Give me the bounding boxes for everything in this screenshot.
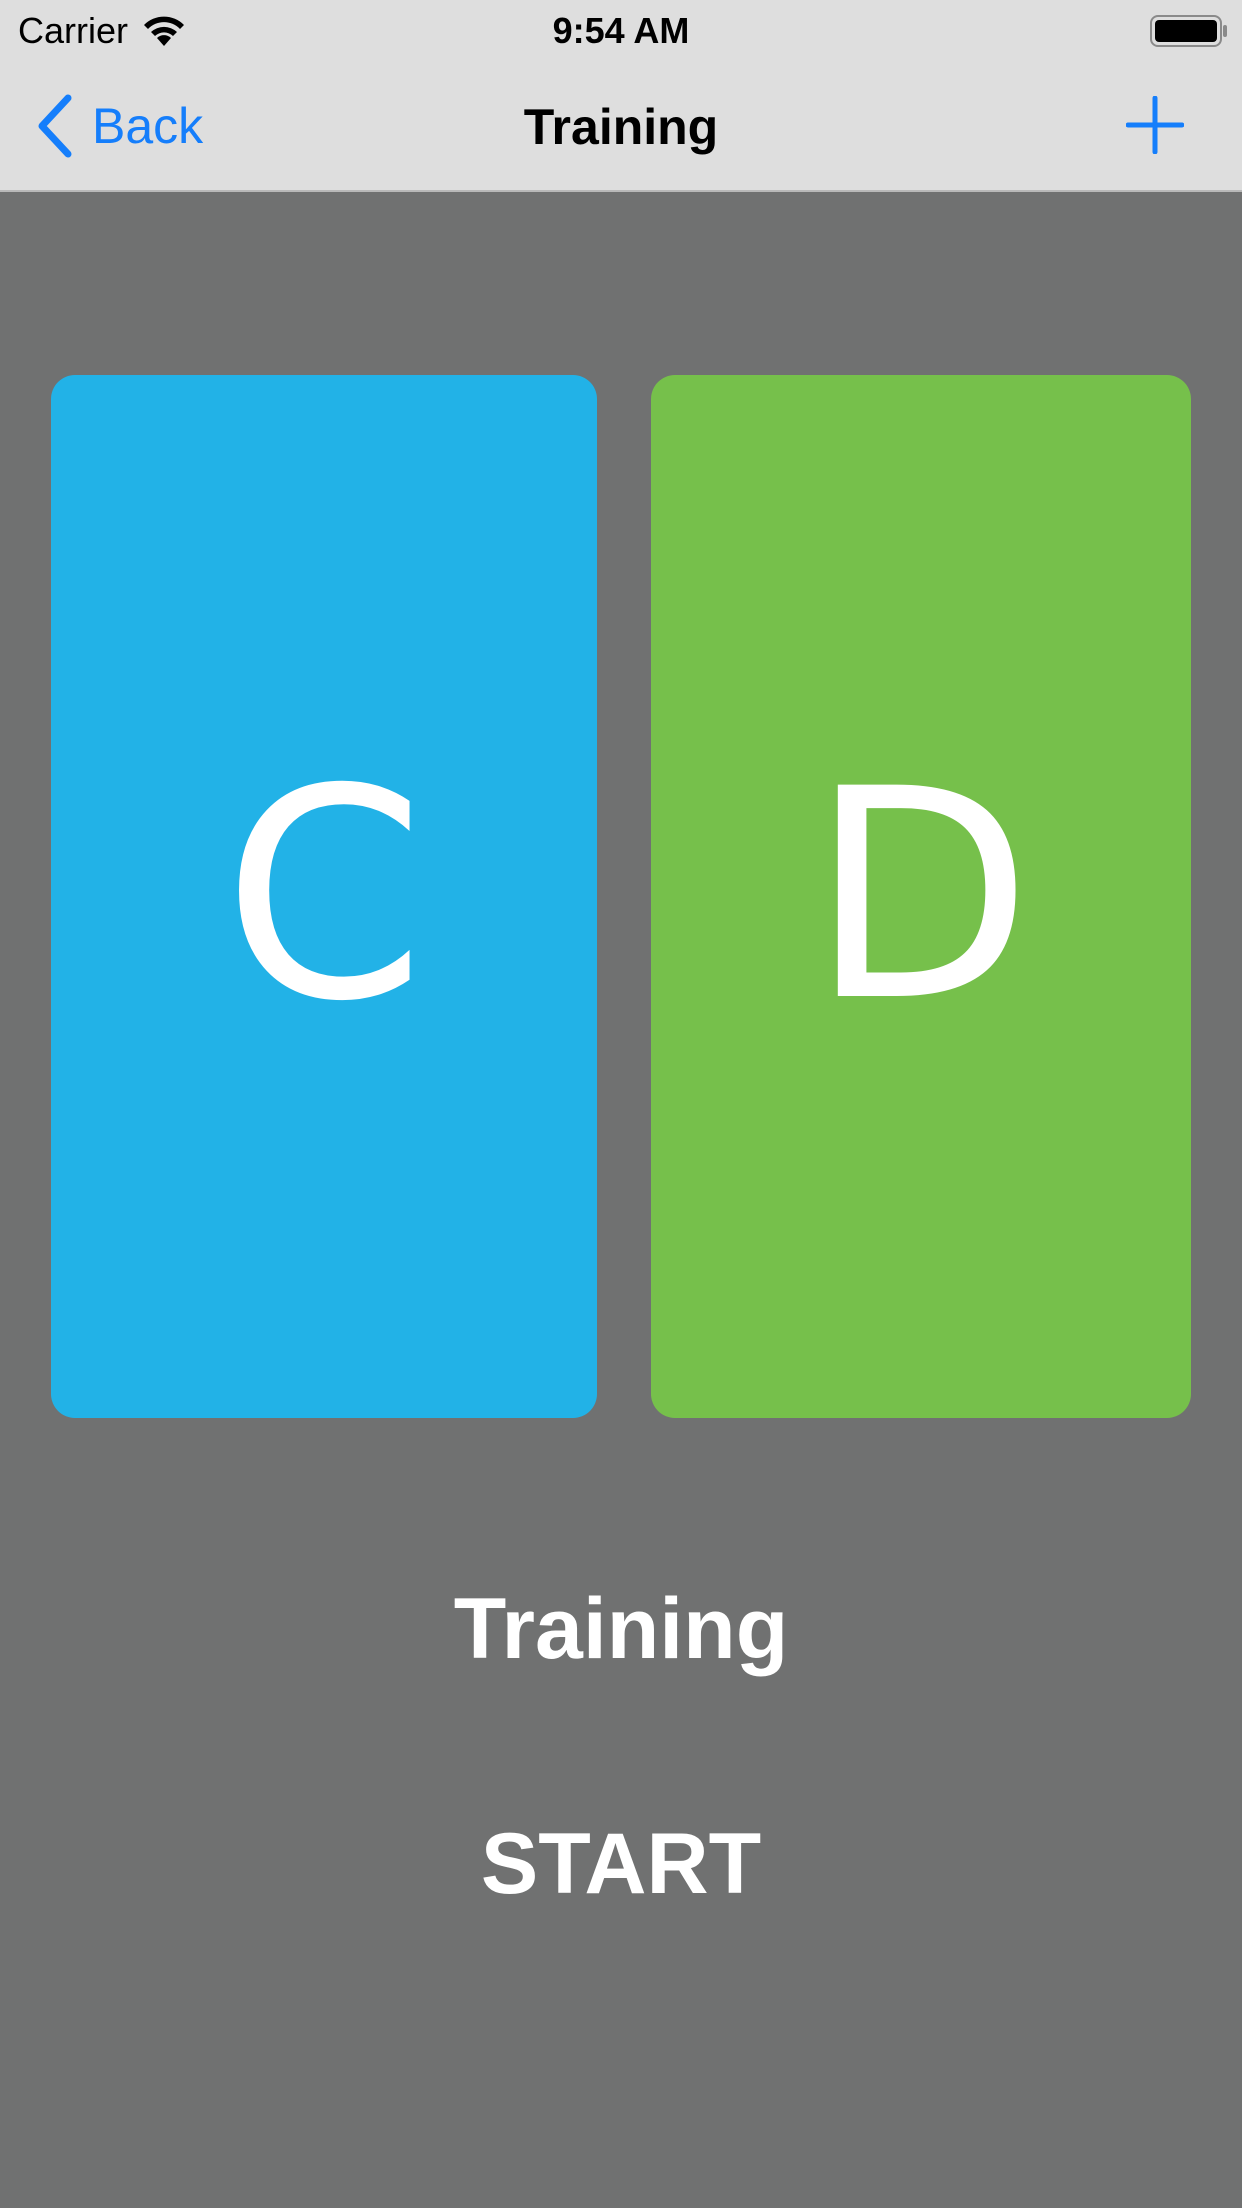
navigation-bar: Back Training [0,60,1242,192]
page-title: Training [523,99,719,155]
status-bar: Carrier 9:54 AM [0,0,1242,60]
mode-label: Training [453,1581,789,1677]
plus-icon[interactable] [1126,96,1184,154]
card-c[interactable]: C [51,375,597,1418]
status-time: 9:54 AM [552,10,690,51]
card-letter: D [809,727,1033,1065]
card-letter: C [222,727,426,1065]
start-button[interactable]: START [421,1815,821,1914]
battery-icon [1150,15,1227,47]
card-d[interactable]: D [651,375,1191,1418]
